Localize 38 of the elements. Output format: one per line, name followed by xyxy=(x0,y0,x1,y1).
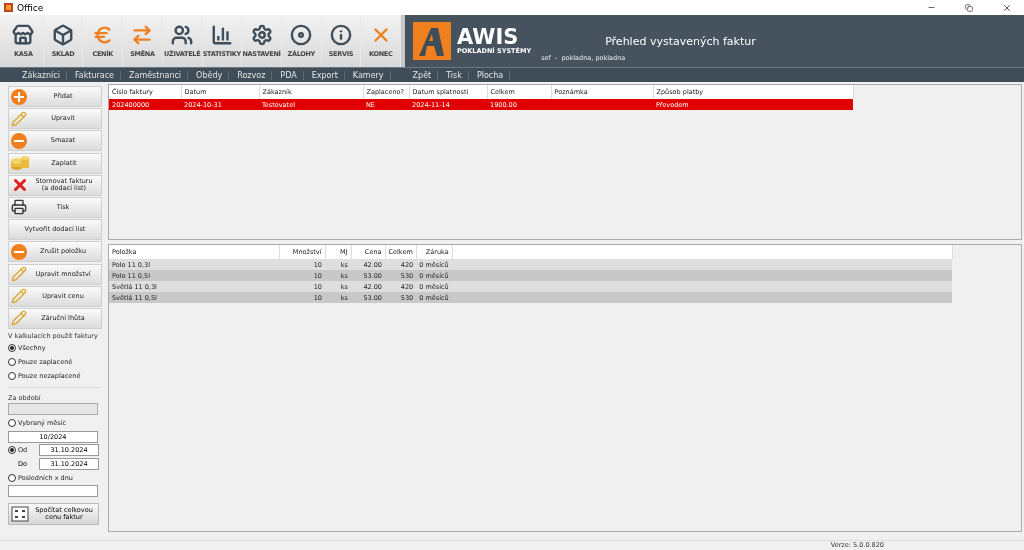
arrows-icon xyxy=(131,24,154,46)
menu-item[interactable]: Export xyxy=(303,70,345,80)
minus-icon xyxy=(11,132,27,149)
store-icon xyxy=(12,24,35,46)
pencil-icon xyxy=(11,110,27,127)
disc-icon xyxy=(290,24,313,46)
input-field[interactable] xyxy=(8,403,98,416)
users-icon xyxy=(171,24,194,46)
coins-icon xyxy=(11,155,29,172)
window-title: Office xyxy=(17,2,45,13)
pencil-icon xyxy=(11,266,27,282)
brand-name: AWIS xyxy=(457,27,519,47)
menu-item[interactable]: Tisk xyxy=(438,70,469,80)
logo-icon xyxy=(413,22,451,60)
menu-item[interactable]: PDA xyxy=(272,70,304,80)
box-icon xyxy=(52,24,75,46)
settings-icon xyxy=(250,24,273,46)
info-icon xyxy=(329,24,352,46)
menu-item[interactable]: Zaměstnanci xyxy=(121,70,189,80)
menu-item[interactable]: Kamery xyxy=(344,70,391,80)
menu-item[interactable]: Fakturace xyxy=(66,70,121,80)
app-icon xyxy=(4,3,13,12)
menu-item[interactable]: Plocha xyxy=(468,70,511,80)
menu-item[interactable]: Zákazníci xyxy=(14,70,67,80)
menu-item[interactable]: Rozvoz xyxy=(229,70,273,80)
input-field[interactable] xyxy=(8,485,98,498)
page-title: Přehled vystavených faktur xyxy=(605,34,756,48)
menu-item[interactable]: Obědy xyxy=(188,70,230,80)
pencil-icon xyxy=(11,310,27,327)
pencil-icon xyxy=(11,288,27,305)
bar-chart-icon xyxy=(210,24,233,46)
close-icon[interactable] xyxy=(1002,2,1012,13)
minus-icon xyxy=(11,243,27,260)
printer-icon xyxy=(11,199,27,216)
restore-icon[interactable] xyxy=(965,3,973,12)
plus-icon xyxy=(11,88,27,105)
menu-item[interactable]: Zpět xyxy=(404,70,439,80)
calculator-icon xyxy=(11,505,29,522)
